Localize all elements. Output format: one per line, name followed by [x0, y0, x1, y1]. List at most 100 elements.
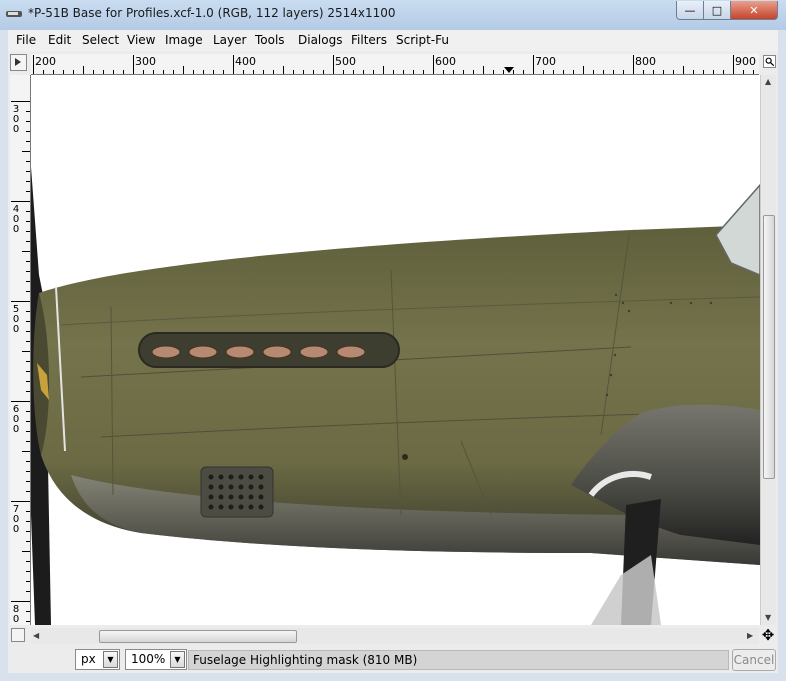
ruler-tick — [26, 241, 30, 242]
chevron-down-icon[interactable]: ▼ — [103, 651, 118, 668]
ruler-tick — [26, 181, 30, 182]
hruler-label: 600 — [435, 55, 456, 68]
ruler-tick — [26, 171, 30, 172]
ruler-tick — [393, 70, 394, 74]
ruler-tick — [353, 70, 354, 74]
ruler-tick — [26, 421, 30, 422]
maximize-button[interactable]: □ — [703, 1, 731, 20]
ruler-tick — [653, 70, 654, 74]
ruler-tick — [333, 55, 334, 74]
ruler-tick — [183, 66, 184, 74]
horizontal-scrollbar[interactable]: ◀ ▶ — [31, 628, 759, 644]
ruler-tick — [493, 70, 494, 74]
ruler-tick — [193, 70, 194, 74]
scroll-down-icon[interactable]: ▼ — [765, 613, 771, 622]
ruler-tick — [463, 70, 464, 74]
ruler-tick — [373, 70, 374, 74]
image-canvas[interactable] — [31, 75, 760, 625]
menu-script-fu[interactable]: Script-Fu — [396, 33, 449, 47]
close-button[interactable]: ✕ — [730, 1, 778, 20]
scroll-left-icon[interactable]: ◀ — [33, 631, 39, 640]
menu-select[interactable]: Select — [82, 33, 119, 47]
ruler-tick — [743, 70, 744, 74]
window-title: *P-51B Base for Profiles.xcf-1.0 (RGB, 1… — [28, 6, 396, 20]
menu-edit[interactable]: Edit — [48, 33, 71, 47]
ruler-tick — [26, 191, 30, 192]
ruler-tick — [33, 55, 34, 74]
ruler-tick — [26, 561, 30, 562]
ruler-tick — [26, 611, 30, 612]
ruler-tick — [26, 391, 30, 392]
ruler-tick — [633, 55, 634, 74]
hruler-label: 300 — [135, 55, 156, 68]
ruler-tick — [263, 70, 264, 74]
ruler-tick — [313, 70, 314, 74]
ruler-tick — [483, 66, 484, 74]
ruler-tick — [26, 141, 30, 142]
quick-mask-icon[interactable] — [11, 628, 25, 642]
status-bar: px ▼ 100% ▼ Fuselage Highlighting mask (… — [8, 647, 778, 673]
ruler-tick — [22, 451, 30, 452]
ruler-tick — [683, 66, 684, 74]
menu-image[interactable]: Image — [165, 33, 203, 47]
ruler-tick — [26, 411, 30, 412]
horizontal-scroll-thumb[interactable] — [99, 630, 297, 643]
ruler-tick — [26, 211, 30, 212]
ruler-tick — [403, 70, 404, 74]
ruler-tick — [26, 261, 30, 262]
unit-combo[interactable]: px ▼ — [75, 649, 120, 670]
image-window-content: 200 300 400 500 600 700 800 900 300 400 … — [8, 51, 778, 647]
ruler-tick — [293, 70, 294, 74]
ruler-tick — [753, 70, 754, 74]
menu-tools[interactable]: Tools — [255, 33, 285, 47]
ruler-tick — [11, 201, 30, 202]
zoom-combo[interactable]: 100% ▼ — [125, 649, 187, 670]
ruler-tick — [273, 70, 274, 74]
ruler-tick — [53, 70, 54, 74]
navigate-icon[interactable] — [763, 55, 776, 68]
ruler-tick — [26, 531, 30, 532]
ruler-tick — [123, 70, 124, 74]
ruler-tick — [253, 70, 254, 74]
vertical-scroll-thumb[interactable] — [763, 215, 775, 479]
menu-dialogs[interactable]: Dialogs — [298, 33, 342, 47]
ruler-tick — [603, 70, 604, 74]
hruler-label: 200 — [35, 55, 56, 68]
ruler-tick — [26, 381, 30, 382]
ruler-tick — [233, 55, 234, 74]
scroll-right-icon[interactable]: ▶ — [747, 631, 753, 640]
minimize-button[interactable]: — — [676, 1, 704, 20]
ruler-tick — [11, 601, 30, 602]
menu-filters[interactable]: Filters — [351, 33, 387, 47]
ruler-tick — [703, 70, 704, 74]
ruler-tick — [26, 311, 30, 312]
horizontal-ruler[interactable]: 200 300 400 500 600 700 800 900 — [31, 54, 759, 75]
ruler-tick — [26, 461, 30, 462]
scroll-up-icon[interactable]: ▲ — [765, 77, 771, 86]
ruler-tick — [113, 70, 114, 74]
unit-value: px — [81, 652, 96, 666]
vruler-label: 300 — [12, 104, 20, 135]
ruler-tick — [26, 471, 30, 472]
ruler-tick — [63, 70, 64, 74]
vertical-ruler[interactable]: 300 400 500 600 700 800 — [10, 75, 31, 625]
ruler-tick — [22, 251, 30, 252]
menu-toggle-icon[interactable] — [10, 54, 27, 71]
menu-file[interactable]: File — [16, 33, 36, 47]
ruler-tick — [223, 70, 224, 74]
ruler-tick — [26, 361, 30, 362]
vertical-scrollbar[interactable]: ▲ ▼ — [760, 75, 776, 625]
ruler-tick — [213, 70, 214, 74]
ruler-tick — [26, 231, 30, 232]
menu-view[interactable]: View — [127, 33, 155, 47]
menu-layer[interactable]: Layer — [213, 33, 246, 47]
cancel-button[interactable]: Cancel — [732, 649, 776, 671]
ruler-tick — [163, 70, 164, 74]
chevron-down-icon[interactable]: ▼ — [170, 651, 185, 668]
hruler-label: 500 — [335, 55, 356, 68]
move-icon[interactable]: ✥ — [760, 627, 776, 643]
ruler-tick — [513, 70, 514, 74]
hruler-label: 900 — [735, 55, 756, 68]
title-bar: *P-51B Base for Profiles.xcf-1.0 (RGB, 1… — [0, 0, 786, 30]
ruler-tick — [26, 441, 30, 442]
